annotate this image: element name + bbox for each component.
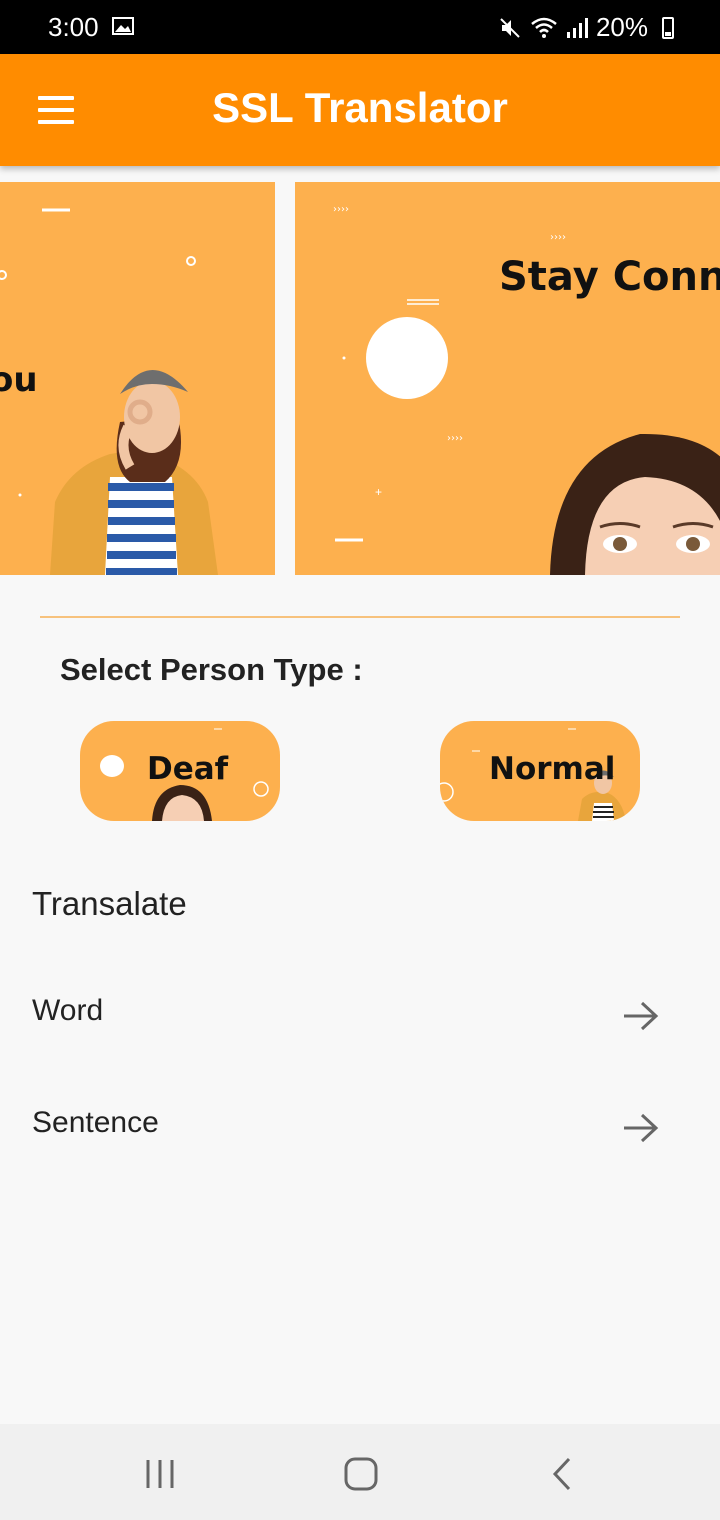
status-icons: 20%: [498, 12, 674, 43]
battery-percent: 20%: [595, 12, 648, 42]
app-bar: SSL Translator: [0, 54, 720, 166]
normal-button[interactable]: Normal: [440, 721, 640, 821]
status-time: 3:00: [48, 12, 99, 42]
svg-text:+: +: [375, 485, 382, 499]
svg-text:››››: ››››: [333, 204, 349, 215]
deaf-label: Deaf: [147, 751, 229, 787]
translate-section-title: Transalate: [32, 885, 187, 922]
battery-icon: [662, 16, 674, 39]
status-bar: 3:00 20%: [0, 0, 720, 54]
divider: [40, 616, 680, 618]
app-title: SSL Translator: [212, 84, 508, 131]
navigation-bar: [0, 1424, 720, 1520]
back-icon[interactable]: [543, 1454, 583, 1494]
banner-slide[interactable]: ›››› ›››› ›››› + Stay Conne: [295, 182, 720, 575]
normal-label: Normal: [489, 751, 616, 787]
banner-carousel[interactable]: ou ›››› ›››› ›››› + Stay Conne: [0, 182, 720, 575]
arrow-right-icon: [624, 1001, 659, 1031]
sentence-option[interactable]: Sentence: [0, 1082, 720, 1172]
banner-illustration: [0, 208, 218, 575]
banner-slide[interactable]: ou: [0, 182, 275, 575]
banner-illustration: ›››› ›››› ›››› +: [333, 204, 720, 575]
recent-apps-icon[interactable]: [140, 1454, 180, 1494]
wifi-icon: [531, 17, 557, 38]
mute-icon: [500, 17, 520, 38]
deaf-button[interactable]: Deaf: [80, 721, 280, 821]
banner-text: ou: [0, 360, 38, 400]
banner-text: Stay Conne: [499, 254, 720, 300]
word-label: Word: [32, 994, 104, 1027]
word-option[interactable]: Word: [0, 970, 720, 1060]
signal-icon: [566, 17, 588, 38]
svg-text:››››: ››››: [550, 232, 566, 243]
image-icon: [112, 17, 134, 35]
sentence-label: Sentence: [32, 1106, 159, 1139]
select-person-label: Select Person Type :: [60, 652, 363, 687]
arrow-right-icon: [624, 1113, 659, 1143]
home-icon[interactable]: [341, 1454, 381, 1494]
svg-text:››››: ››››: [447, 433, 463, 444]
